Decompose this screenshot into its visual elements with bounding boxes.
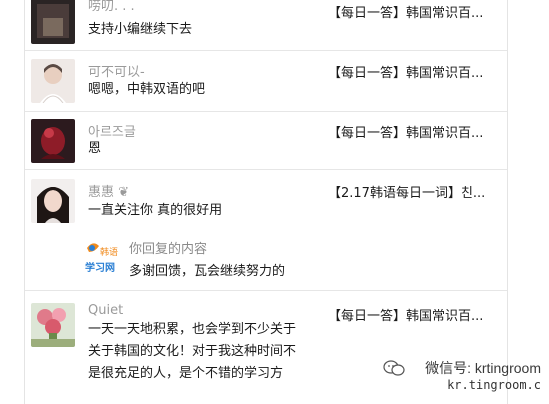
article-link[interactable]: 【每日一答】韩国常识百... [328,122,506,141]
comment-row[interactable]: 可不可以- 嗯嗯，中韩双语的吧 【每日一答】韩国常识百... [25,51,507,112]
comment-list-panel: 唠叨. . . 支持小编继续下去 【每日一答】韩国常识百... 可不可以- 嗯嗯… [24,0,508,404]
commenter-name[interactable]: 可不可以- [88,61,145,80]
comment-text: 是很充足的人，是个不错的学习方 [88,366,284,381]
comment-text: 嗯嗯，中韩双语的吧 [88,82,206,97]
comment-text: 关于韩国的文化！对于我这种时间不 [88,344,297,359]
wechat-icon [383,360,405,376]
watermark: 微信号: krtingroom kr.tingroom.c [383,358,543,398]
reply-title: 你回复的内容 [129,242,208,257]
avatar[interactable] [31,119,75,163]
article-link[interactable]: 【每日一答】韩国常识百... [328,62,506,81]
avatar[interactable] [31,0,75,44]
watermark-url: kr.tingroom.c [447,378,541,392]
article-link[interactable]: 【每日一答】韩国常识百... [328,305,506,324]
reply-block: 韩语 学习网 你回复的内容 多谢回馈，瓦会继续努力的 [83,230,503,286]
site-logo: 韩语 学习网 [83,238,121,276]
avatar[interactable] [31,59,75,103]
logo-text-top: 韩语 [100,246,118,258]
reply-text: 多谢回馈，瓦会继续努力的 [129,264,286,279]
comment-text: 一直关注你 真的很好用 [88,203,223,218]
commenter-name[interactable]: Quiet [88,303,123,318]
comment-text: 一天一天地积累，也会学到不少关于 [88,322,297,337]
comment-row[interactable]: 아르즈글 恩 【每日一答】韩国常识百... [25,112,507,170]
commenter-name[interactable]: 唠叨. . . [88,0,135,14]
commenter-name[interactable]: 惠惠 ❦ [88,181,129,200]
comment-text: 恩 [88,141,102,156]
article-link[interactable]: 【每日一答】韩国常识百... [328,2,506,21]
logo-text-bottom: 学习网 [85,261,115,274]
article-link[interactable]: 【2.17韩语每日一词】친... [328,182,506,201]
comment-row[interactable]: 唠叨. . . 支持小编继续下去 【每日一答】韩国常识百... [25,0,507,51]
comment-text: 支持小编继续下去 [88,22,193,37]
watermark-wechat-id: 微信号: krtingroom [425,360,541,376]
avatar[interactable] [31,179,75,223]
avatar[interactable] [31,303,75,347]
